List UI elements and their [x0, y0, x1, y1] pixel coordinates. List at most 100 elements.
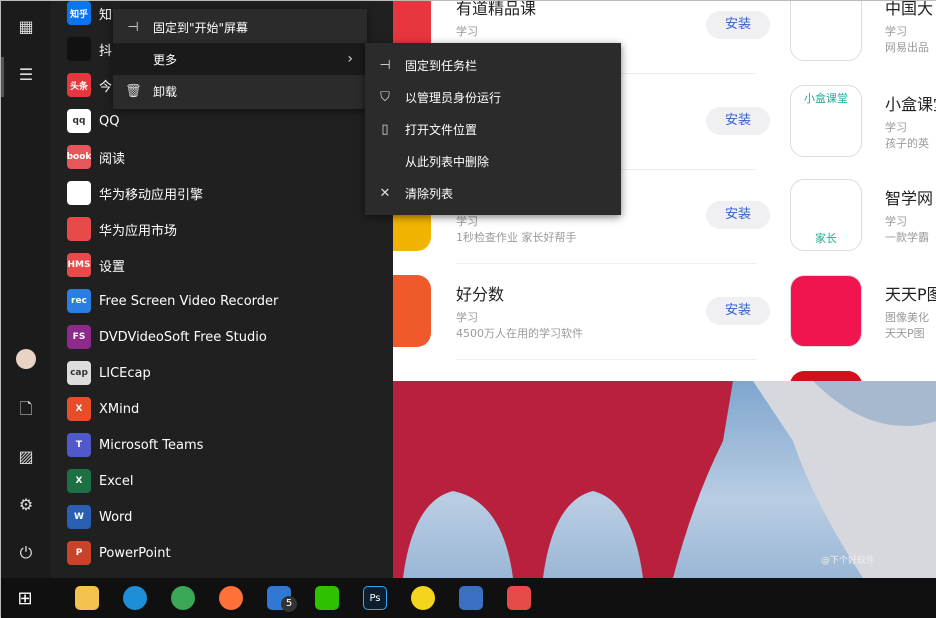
app-label: 今: [99, 76, 112, 95]
app-list-item[interactable]: FS DVDVideoSoft Free Studio: [67, 323, 267, 351]
watermark: @下个好软件: [821, 553, 875, 566]
app-list-item[interactable]: capLICEcap: [67, 359, 151, 387]
row-divider: [456, 359, 756, 360]
app-list-item[interactable]: XXMind: [67, 395, 139, 423]
app-label: Excel: [99, 474, 133, 489]
头条-app-icon: 头条: [67, 73, 91, 97]
app-label: Microsoft Teams: [99, 438, 203, 453]
pictures-icon[interactable]: ▨: [14, 445, 38, 469]
qq-app-icon: qq: [67, 109, 91, 133]
app-list-item[interactable]: 头条今: [67, 71, 112, 99]
app-icon[interactable]: [790, 1, 862, 61]
taskbar-huawei-appgallery[interactable]: [495, 578, 543, 618]
all-apps-list-icon[interactable]: ☰: [14, 63, 38, 87]
documents-icon[interactable]: 🗋: [14, 397, 38, 421]
app-title[interactable]: 中国大: [885, 1, 933, 19]
app-list-item[interactable]: 抖: [67, 35, 112, 63]
app-icon[interactable]: 小盒课堂: [790, 85, 862, 157]
app-label: 阅读: [99, 148, 125, 167]
menu-label: 以管理员身份运行: [405, 89, 501, 106]
app-label: 华为应用市场: [99, 220, 177, 239]
close-icon: ✕: [377, 186, 393, 201]
app-icon[interactable]: 家长: [790, 179, 862, 251]
app-list-item[interactable]: TMicrosoft Teams: [67, 431, 203, 459]
taskbar-chrome[interactable]: [159, 578, 207, 618]
app-category: 学习: [885, 213, 907, 229]
app-category: 图像美化: [885, 309, 929, 325]
tiles-icon[interactable]: ▦: [14, 15, 38, 39]
power-icon[interactable]: ⏻: [14, 541, 38, 565]
app-list-item[interactable]: qq QQ: [67, 107, 119, 135]
menu-item-pin-to-taskbar[interactable]: ⊣固定到任务栏: [365, 49, 621, 81]
start-button[interactable]: ⊞: [1, 578, 49, 618]
app-label: 抖: [99, 40, 112, 59]
app-label: Free Screen Video Recorder: [99, 294, 278, 309]
menu-item-more[interactable]: 更多›: [113, 43, 367, 75]
install-button[interactable]: 安装: [706, 107, 770, 135]
install-button[interactable]: 安装: [706, 11, 770, 39]
app-list-item[interactable]: WWord: [67, 503, 132, 531]
app-label: QQ: [99, 114, 119, 129]
install-button[interactable]: 安装: [706, 201, 770, 229]
user-avatar[interactable]: [16, 349, 36, 369]
menu-item-remove-from-list[interactable]: 从此列表中删除: [365, 145, 621, 177]
context-menu: ⊣固定到"开始"屏幕 更多› 🗑卸载: [113, 9, 367, 109]
app-description: 网易出品: [885, 39, 929, 55]
photoshop-icon: Ps: [363, 586, 387, 610]
app-list-item[interactable]: recFree Screen Video Recorder: [67, 287, 278, 315]
taskbar-todo[interactable]: 5: [255, 578, 303, 618]
qq-music-icon: [411, 586, 435, 610]
fs-app-icon: FS: [67, 325, 91, 349]
app-list-item[interactable]: 华为移动应用引擎: [67, 179, 203, 207]
app-list-item[interactable]: 知乎知: [67, 0, 112, 27]
menu-item-open-file-location[interactable]: ▯打开文件位置: [365, 113, 621, 145]
app-icon[interactable]: [790, 275, 862, 347]
app-description: 孩子的英: [885, 135, 929, 151]
app-label: 华为移动应用引擎: [99, 184, 203, 203]
app-category: 学习: [885, 119, 907, 135]
app-category: 学习: [885, 23, 907, 39]
app-title[interactable]: 有道精品课: [456, 1, 536, 19]
install-button[interactable]: 安装: [706, 297, 770, 325]
menu-item-run-as-admin[interactable]: ⛉以管理员身份运行: [365, 81, 621, 113]
chrome-icon: [171, 586, 195, 610]
app-description: 天天P图: [885, 325, 925, 341]
hms-app-icon: HMS: [67, 253, 91, 277]
menu-label: 从此列表中删除: [405, 153, 489, 170]
app-list-item[interactable]: XExcel: [67, 467, 133, 495]
taskbar-file-explorer[interactable]: [63, 578, 111, 618]
file-explorer-icon: [75, 586, 99, 610]
rail-selection-indicator: [1, 57, 4, 97]
知乎-app-icon: 知乎: [67, 1, 91, 25]
taskbar-edge[interactable]: [111, 578, 159, 618]
app-title[interactable]: 小盒课堂: [885, 91, 936, 115]
menu-label: 卸载: [153, 83, 177, 100]
app-icon[interactable]: [790, 371, 862, 381]
app-list-item[interactable]: PPowerPoint: [67, 539, 171, 567]
taskbar-photoshop[interactable]: Ps: [351, 578, 399, 618]
app-list-item[interactable]: HMS 设置: [67, 251, 125, 279]
app-category: 学习: [456, 23, 478, 39]
app-list-item[interactable]: book阅读: [67, 143, 125, 171]
taskbar-network[interactable]: [447, 578, 495, 618]
badge-count: 5: [281, 596, 297, 612]
app-title[interactable]: 天天P图: [885, 281, 936, 305]
taskbar-qq-music[interactable]: [399, 578, 447, 618]
menu-item-uninstall[interactable]: 🗑卸载: [113, 75, 367, 107]
taskbar-firefox[interactable]: [207, 578, 255, 618]
app-icon[interactable]: [393, 275, 431, 347]
pin-icon: ⊣: [125, 20, 141, 35]
app-label: DVDVideoSoft Free Studio: [99, 330, 267, 345]
app-title[interactable]: 智学网: [885, 185, 933, 209]
taskbar-wechat[interactable]: [303, 578, 351, 618]
p-app-icon: P: [67, 541, 91, 565]
app-label: 知: [99, 4, 112, 23]
settings-gear-icon[interactable]: ⚙: [14, 493, 38, 517]
app-list-item[interactable]: 华为应用市场: [67, 215, 177, 243]
menu-item-clear-list[interactable]: ✕清除列表: [365, 177, 621, 209]
network-icon: [459, 586, 483, 610]
menu-label: 更多: [153, 51, 177, 68]
app-label: 设置: [99, 256, 125, 275]
menu-item-pin-to-start[interactable]: ⊣固定到"开始"屏幕: [113, 11, 367, 43]
app-title[interactable]: 好分数: [456, 281, 504, 305]
